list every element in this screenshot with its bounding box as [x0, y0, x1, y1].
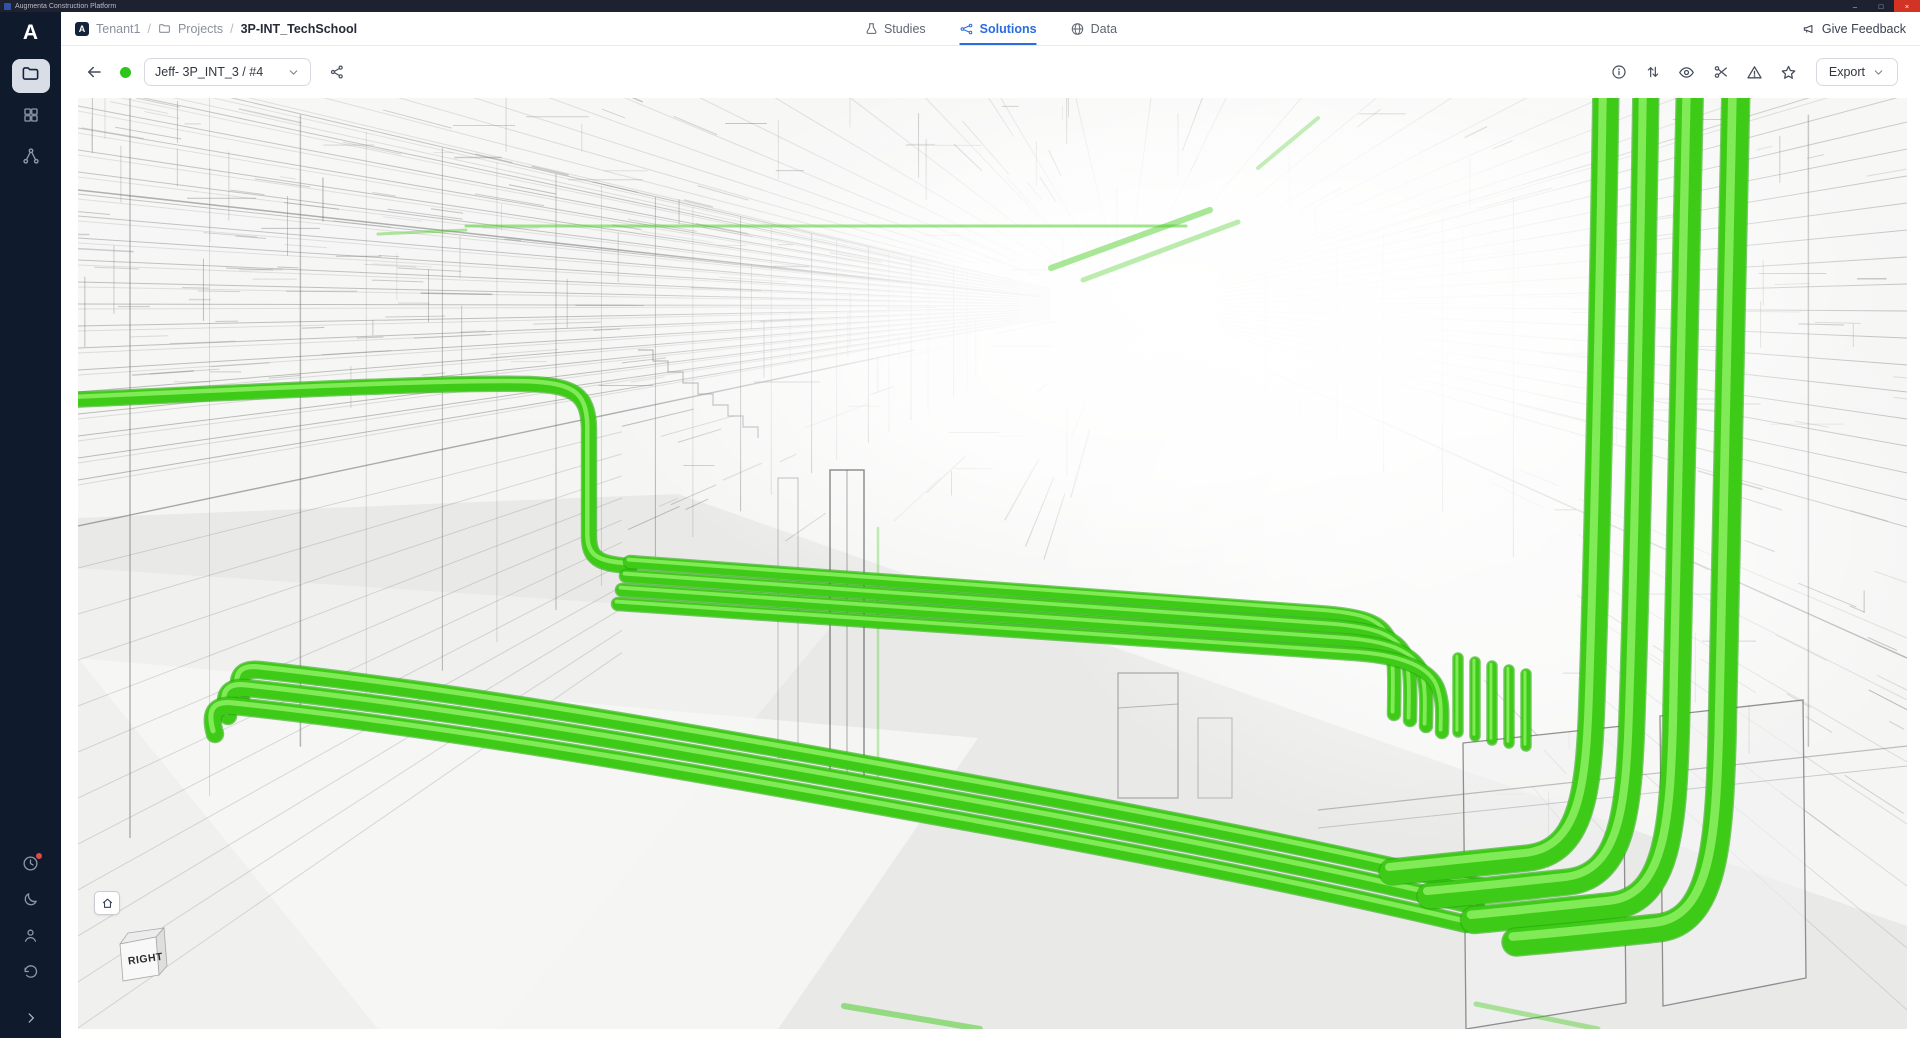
tab-studies[interactable]: Studies: [864, 12, 926, 45]
user-icon: [22, 927, 39, 949]
app-icon: [4, 3, 11, 10]
center-tabs: Studies Solutions Data: [864, 12, 1117, 45]
solution-toolbar: Jeff- 3P_INT_3 / #4: [61, 46, 1920, 98]
top-navbar: A Tenant1 / Projects / 3P-INT_TechSchool…: [61, 12, 1920, 46]
info-button[interactable]: [1606, 59, 1632, 85]
eye-icon: [1678, 64, 1695, 81]
window-titlebar: Augmenta Construction Platform – □ ×: [0, 0, 1920, 12]
sidebar-item-pipelines[interactable]: [12, 141, 50, 175]
back-button[interactable]: [81, 59, 107, 85]
chevron-right-icon: [24, 1012, 38, 1029]
beaker-icon: [864, 22, 878, 36]
tenant-logo-chip: A: [75, 22, 89, 36]
breadcrumb-separator: /: [147, 22, 150, 36]
sidebar-item-notifications[interactable]: [22, 855, 39, 877]
warning-icon: [1746, 64, 1763, 81]
minimize-button[interactable]: –: [1842, 0, 1868, 12]
swap-vertical-icon: [1645, 64, 1661, 80]
sidebar-item-projects[interactable]: [12, 59, 50, 93]
share-icon: [329, 64, 345, 80]
tab-solutions[interactable]: Solutions: [960, 12, 1037, 45]
export-button[interactable]: Export: [1816, 58, 1898, 86]
folder-icon: [21, 64, 40, 88]
star-icon: [1780, 64, 1797, 81]
app-frame: A: [0, 12, 1920, 1038]
window-title-group: Augmenta Construction Platform: [4, 3, 116, 10]
tab-label: Studies: [884, 22, 926, 36]
section-cut-button[interactable]: [1708, 59, 1734, 85]
3d-scene-canvas[interactable]: [78, 98, 1907, 1029]
scissors-icon: [1713, 64, 1729, 80]
main-panel: A Tenant1 / Projects / 3P-INT_TechSchool…: [61, 12, 1920, 1038]
favorite-button[interactable]: [1776, 59, 1802, 85]
arrow-left-icon: [85, 63, 103, 81]
feedback-label: Give Feedback: [1822, 22, 1906, 36]
globe-icon: [1071, 22, 1085, 36]
notification-badge: [36, 853, 42, 859]
breadcrumb-separator: /: [230, 22, 233, 36]
tab-label: Data: [1091, 22, 1117, 36]
sidebar-item-history[interactable]: [22, 963, 39, 985]
chevron-down-icon: [1872, 66, 1885, 79]
sidebar-item-apps[interactable]: [12, 100, 50, 134]
breadcrumb-tenant[interactable]: Tenant1: [96, 22, 140, 36]
history-icon: [22, 963, 39, 985]
sidebar-item-account[interactable]: [22, 927, 39, 949]
solution-selector-value: Jeff- 3P_INT_3 / #4: [155, 65, 263, 79]
hierarchy-icon: [22, 147, 40, 170]
folder-mini-icon: [158, 22, 171, 35]
compare-button[interactable]: [1640, 59, 1666, 85]
visibility-button[interactable]: [1674, 59, 1700, 85]
model-viewport[interactable]: RIGHT: [78, 98, 1907, 1029]
grid-icon: [22, 106, 40, 129]
give-feedback-button[interactable]: Give Feedback: [1802, 22, 1906, 36]
info-icon: [1611, 64, 1627, 80]
home-view-button[interactable]: [94, 891, 120, 915]
moon-icon: [22, 891, 39, 913]
chevron-down-icon: [287, 66, 300, 79]
breadcrumb-project-name[interactable]: 3P-INT_TechSchool: [241, 22, 357, 36]
issues-button[interactable]: [1742, 59, 1768, 85]
window-title: Augmenta Construction Platform: [15, 3, 116, 10]
brand-logo: A: [23, 22, 38, 43]
tab-label: Solutions: [980, 22, 1037, 36]
close-button[interactable]: ×: [1894, 0, 1920, 12]
toolbar-right-group: Export: [1606, 58, 1898, 86]
tab-data[interactable]: Data: [1071, 12, 1117, 45]
export-label: Export: [1829, 65, 1865, 79]
home-icon: [101, 897, 114, 910]
solution-selector-dropdown[interactable]: Jeff- 3P_INT_3 / #4: [144, 58, 311, 86]
sidebar-expand-button[interactable]: [24, 1011, 38, 1030]
breadcrumb-projects[interactable]: Projects: [178, 22, 223, 36]
megaphone-icon: [1802, 22, 1816, 36]
maximize-button[interactable]: □: [1868, 0, 1894, 12]
navigation-cube[interactable]: RIGHT: [112, 924, 184, 994]
sidebar-item-theme[interactable]: [22, 891, 39, 913]
window-controls: – □ ×: [1842, 0, 1920, 12]
breadcrumb: A Tenant1 / Projects / 3P-INT_TechSchool: [75, 22, 357, 36]
share-button[interactable]: [324, 59, 350, 85]
sidebar-bottom: [22, 855, 39, 1030]
solution-status-dot: [120, 67, 131, 78]
network-icon: [960, 22, 974, 36]
sidebar: A: [0, 12, 61, 1038]
